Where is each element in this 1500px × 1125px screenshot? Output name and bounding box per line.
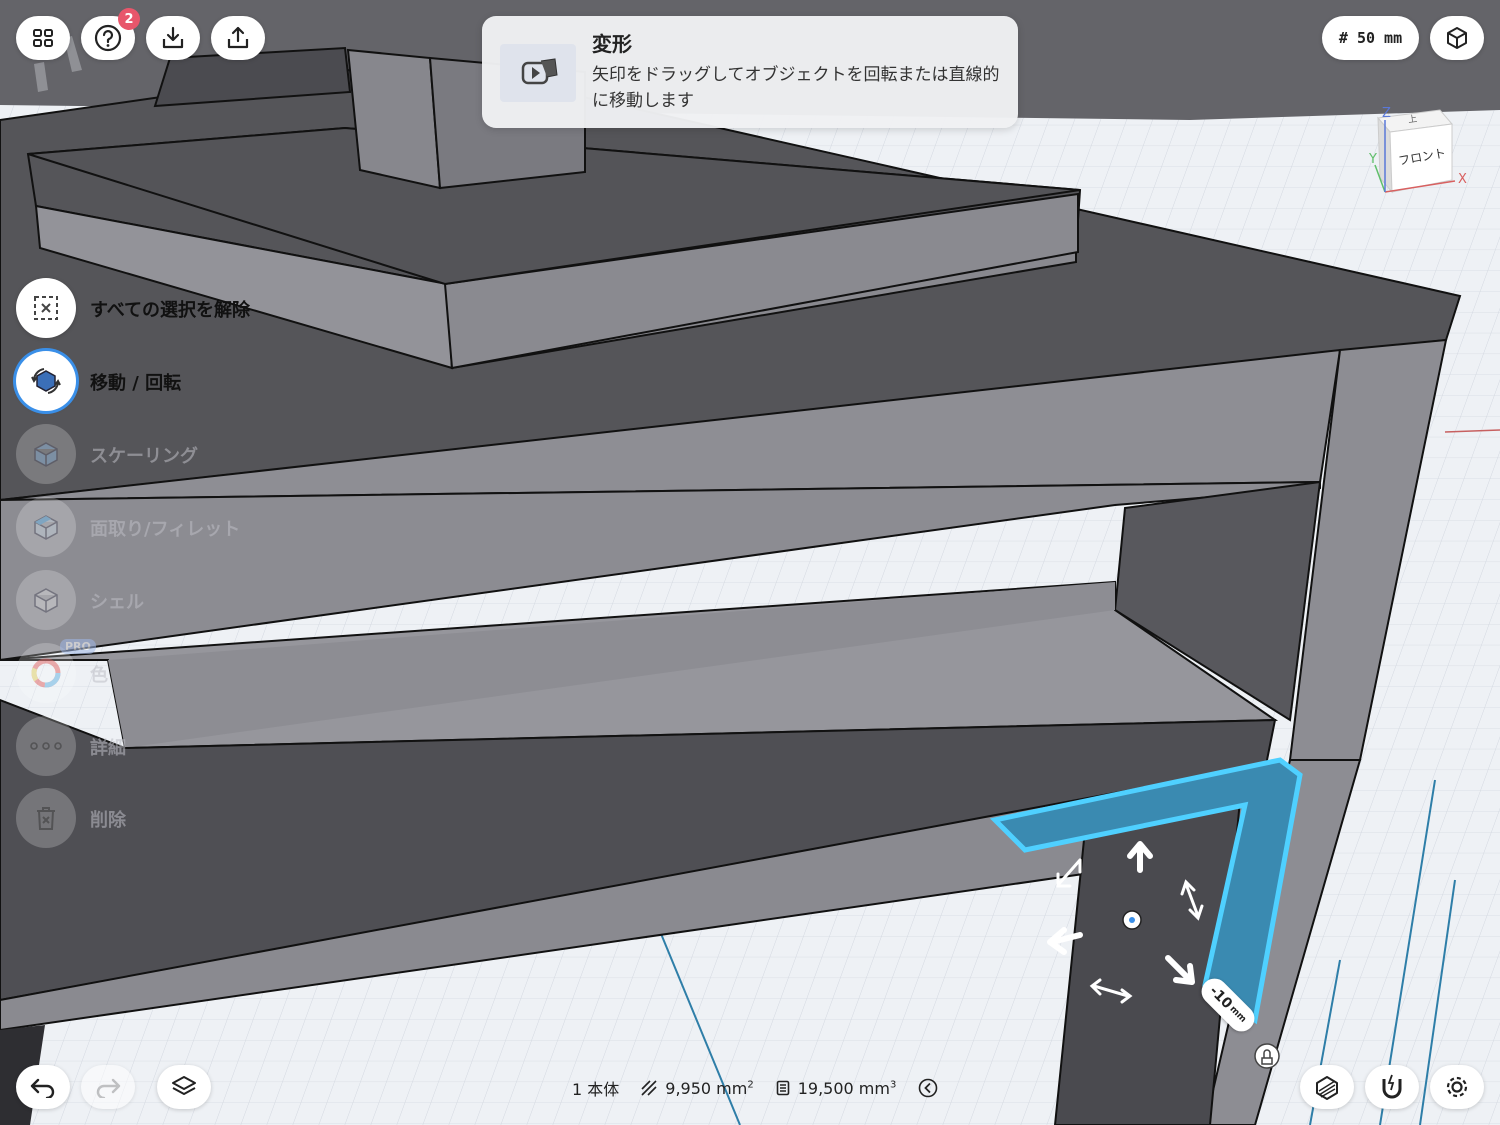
axis-z-label: Z [1382, 106, 1391, 121]
redo-icon [96, 1078, 121, 1098]
grid-menu-button[interactable] [16, 16, 70, 60]
axis-y-label: Y [1369, 152, 1377, 167]
collapse-stats-icon[interactable] [918, 1078, 938, 1098]
layers-icon [172, 1076, 196, 1095]
fillet-cube-icon [16, 497, 76, 557]
section-view-button[interactable] [1300, 1065, 1354, 1109]
undo-icon [30, 1078, 55, 1098]
trash-icon [16, 788, 76, 848]
tool-label: 詳細 [90, 738, 126, 759]
offset-unit: mm [1227, 1004, 1248, 1025]
help-badge: 2 [118, 8, 140, 30]
section-plane-icon [1316, 1076, 1338, 1100]
tool-label: 削除 [90, 810, 126, 831]
hint-title: 変形 [592, 32, 632, 56]
cube-view-icon [1447, 27, 1467, 49]
hint-tooltip: 変形 矢印をドラッグしてオブジェクトを回転または直線的に移動します [482, 16, 1018, 128]
tool-label: 移動 / 回転 [90, 373, 182, 394]
layers-button[interactable] [157, 1065, 211, 1109]
tool-label: すべての選択を解除 [90, 300, 251, 321]
tool-label: シェル [90, 592, 144, 613]
scale-cube-icon [16, 424, 76, 484]
surface-area: 9,950 mm2 [641, 1078, 754, 1098]
volume-exponent: 3 [889, 1079, 897, 1091]
snap-lock-icon [1254, 1043, 1280, 1069]
shell-cube-icon [16, 570, 76, 630]
model-stats: 1 本体 9,950 mm2 19,500 mm3 [572, 1076, 938, 1100]
deselect-icon [16, 278, 76, 338]
play-video-icon [521, 58, 558, 85]
pro-badge: PRO [60, 639, 96, 654]
grid-icon [33, 29, 53, 47]
import-button[interactable] [146, 16, 200, 60]
area-exponent: 2 [747, 1079, 754, 1091]
download-icon [162, 26, 184, 49]
tool-label: スケーリング [90, 446, 198, 467]
viewport-3d[interactable] [0, 0, 1500, 1125]
view-cube-top-label: 上 [1407, 114, 1418, 126]
area-hatch-icon [641, 1080, 657, 1096]
tool-label: 色 [90, 665, 108, 686]
move-rotate-icon [16, 351, 76, 411]
body-count: 1 本体 [572, 1080, 620, 1099]
axis-x-label: X [1458, 172, 1467, 187]
volume: 19,500 mm3 [776, 1078, 897, 1098]
redo-button[interactable] [81, 1065, 135, 1109]
share-icon [227, 26, 249, 49]
more-icon [16, 716, 76, 776]
tool-label: 面取り/フィレット [90, 519, 241, 540]
area-value: 9,950 mm [665, 1078, 748, 1098]
snap-button[interactable] [1365, 1065, 1419, 1109]
export-button[interactable] [211, 16, 265, 60]
hint-video-thumbnail[interactable] [500, 44, 576, 102]
gear-icon [1446, 1076, 1468, 1098]
settings-button[interactable] [1430, 1065, 1484, 1109]
undo-button[interactable] [16, 1065, 70, 1109]
volume-value: 19,500 mm [797, 1078, 890, 1098]
magnet-icon [1382, 1074, 1402, 1099]
view-mode-button[interactable] [1430, 16, 1484, 60]
help-icon [94, 24, 122, 52]
grid-size-button[interactable]: # 50 mm [1322, 16, 1419, 60]
volume-icon [776, 1080, 790, 1096]
hint-body: 矢印をドラッグしてオブジェクトを回転または直線的に移動します [592, 65, 1000, 111]
